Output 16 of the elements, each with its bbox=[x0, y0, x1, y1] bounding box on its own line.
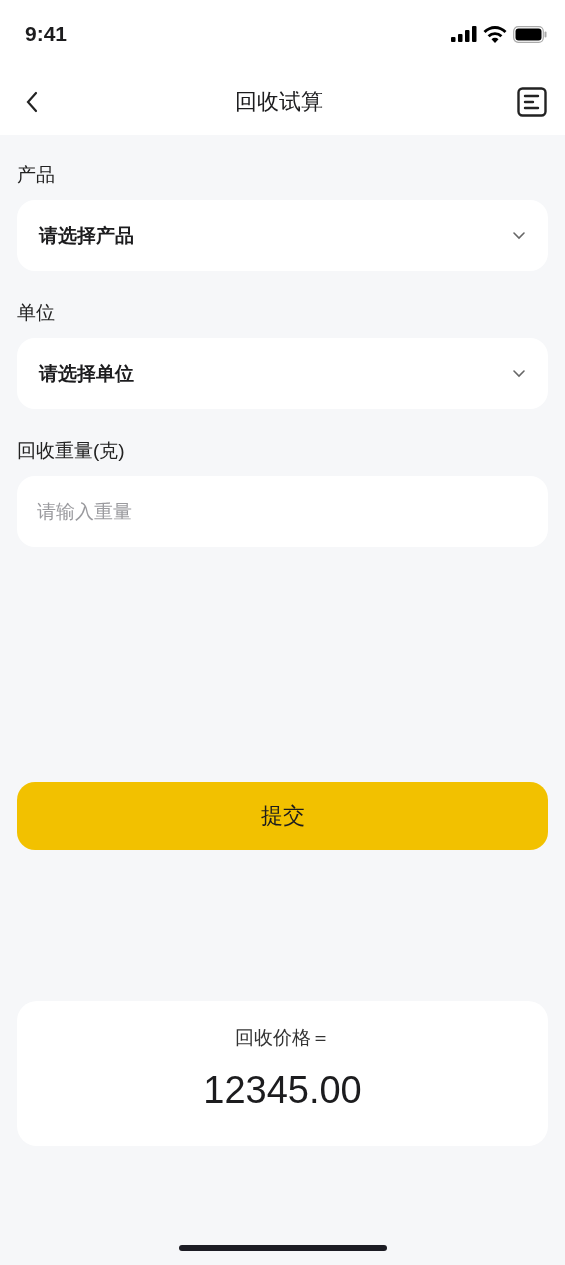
signal-icon bbox=[451, 26, 477, 42]
field-label: 回收重量(克) bbox=[17, 440, 126, 462]
result-label: 回收价格＝ bbox=[235, 1026, 330, 1050]
result-value: 12345.00 bbox=[203, 1069, 362, 1112]
submit-button[interactable]: 提交 bbox=[17, 782, 548, 850]
status-time: 9:41 bbox=[25, 22, 68, 46]
battery-icon bbox=[513, 25, 547, 43]
select-field[interactable]: 请选择单位 bbox=[17, 338, 548, 409]
input-field[interactable]: 请输入重量 bbox=[17, 476, 548, 547]
chevron-down-icon bbox=[512, 369, 526, 378]
select-field[interactable]: 请选择产品 bbox=[17, 200, 548, 271]
chevron-down-icon bbox=[512, 231, 526, 240]
wifi-icon bbox=[483, 25, 507, 43]
page-title: 回收试算 bbox=[234, 87, 323, 116]
field-label: 单位 bbox=[17, 302, 56, 324]
field-label: 产品 bbox=[17, 164, 56, 186]
